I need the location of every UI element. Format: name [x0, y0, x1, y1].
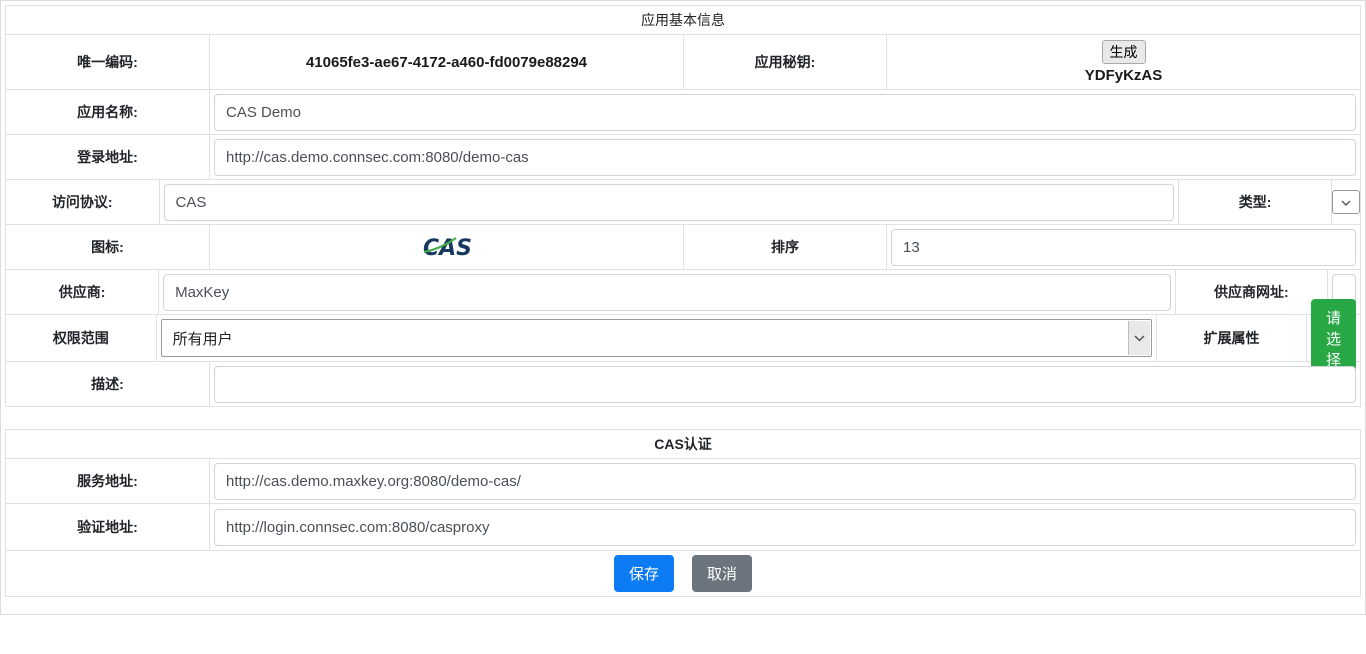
type-select[interactable]: [1332, 190, 1360, 214]
row-scope-ext: 权限范围 所有用户 扩展属性 请选择: [6, 314, 1360, 361]
description-cell: [210, 362, 1360, 406]
save-button[interactable]: 保存: [614, 555, 674, 592]
protocol-cell: [160, 180, 1180, 224]
sort-cell: [887, 225, 1360, 269]
generate-secret-button[interactable]: 生成: [1102, 40, 1146, 64]
scope-label: 权限范围: [6, 315, 157, 361]
ext-attr-cell: 请选择: [1307, 315, 1360, 361]
row-actions: 保存 取消: [6, 550, 1360, 596]
cas-auth-title: CAS认证: [654, 434, 712, 454]
protocol-input[interactable]: [164, 184, 1175, 221]
validate-url-cell: [210, 504, 1360, 550]
validate-url-label: 验证地址:: [6, 504, 210, 550]
ext-attr-label: 扩展属性: [1157, 315, 1307, 361]
service-url-cell: [210, 459, 1360, 503]
app-secret-cell: 生成 YDFyKzAS: [887, 35, 1360, 89]
row-vendor: 供应商: 供应商网址:: [6, 269, 1360, 314]
service-url-label: 服务地址:: [6, 459, 210, 503]
scope-select[interactable]: 所有用户: [161, 319, 1152, 357]
scope-cell: 所有用户: [157, 315, 1157, 361]
row-protocol-type: 访问协议: 类型:: [6, 179, 1360, 224]
cancel-button[interactable]: 取消: [692, 555, 752, 592]
cas-logo-icon: CAS: [420, 233, 474, 261]
actions-cell: 保存 取消: [6, 551, 1360, 596]
icon-label: 图标:: [6, 225, 210, 269]
basic-info-header: 应用基本信息: [6, 6, 1360, 34]
basic-info-title: 应用基本信息: [641, 10, 725, 30]
chevron-down-icon: [1128, 321, 1150, 355]
vendor-url-label: 供应商网址:: [1176, 270, 1328, 314]
sort-label: 排序: [684, 225, 887, 269]
scope-select-value: 所有用户: [173, 328, 233, 349]
svg-text:CAS: CAS: [423, 236, 472, 261]
unique-code-label: 唯一编码:: [6, 35, 210, 89]
description-input[interactable]: [214, 366, 1356, 403]
protocol-label: 访问协议:: [6, 180, 160, 224]
validate-url-input[interactable]: [214, 509, 1356, 546]
row-icon-sort: 图标: CAS 排序: [6, 224, 1360, 269]
login-url-input[interactable]: [214, 139, 1356, 176]
basic-info-panel: 应用基本信息 唯一编码: 41065fe3-ae67-4172-a460-fd0…: [5, 5, 1361, 407]
login-url-label: 登录地址:: [6, 135, 210, 179]
login-url-cell: [210, 135, 1360, 179]
unique-code-cell: 41065fe3-ae67-4172-a460-fd0079e88294: [210, 35, 684, 89]
vendor-label: 供应商:: [6, 270, 159, 314]
vendor-input[interactable]: [163, 274, 1171, 311]
unique-code-value: 41065fe3-ae67-4172-a460-fd0079e88294: [210, 54, 683, 71]
page-container: 应用基本信息 唯一编码: 41065fe3-ae67-4172-a460-fd0…: [0, 0, 1366, 615]
row-validate-url: 验证地址:: [6, 503, 1360, 550]
app-name-label: 应用名称:: [6, 90, 210, 134]
description-label: 描述:: [6, 362, 210, 406]
row-description: 描述:: [6, 361, 1360, 406]
cas-auth-panel: CAS认证 服务地址: 验证地址: 保存 取消: [5, 429, 1361, 597]
chevron-down-icon: [1341, 193, 1351, 211]
icon-cell: CAS: [210, 225, 684, 269]
row-unique-code: 唯一编码: 41065fe3-ae67-4172-a460-fd0079e882…: [6, 34, 1360, 89]
service-url-input[interactable]: [214, 463, 1356, 500]
app-name-input[interactable]: [214, 94, 1356, 131]
app-secret-label: 应用秘钥:: [684, 35, 887, 89]
row-app-name: 应用名称:: [6, 89, 1360, 134]
type-label: 类型:: [1179, 180, 1332, 224]
cas-auth-header: CAS认证: [6, 430, 1360, 458]
app-secret-value: YDFyKzAS: [1085, 67, 1163, 84]
vendor-cell: [159, 270, 1176, 314]
row-login-url: 登录地址:: [6, 134, 1360, 179]
type-cell: [1332, 180, 1360, 224]
app-name-cell: [210, 90, 1360, 134]
sort-input[interactable]: [891, 229, 1356, 266]
row-service-url: 服务地址:: [6, 458, 1360, 503]
